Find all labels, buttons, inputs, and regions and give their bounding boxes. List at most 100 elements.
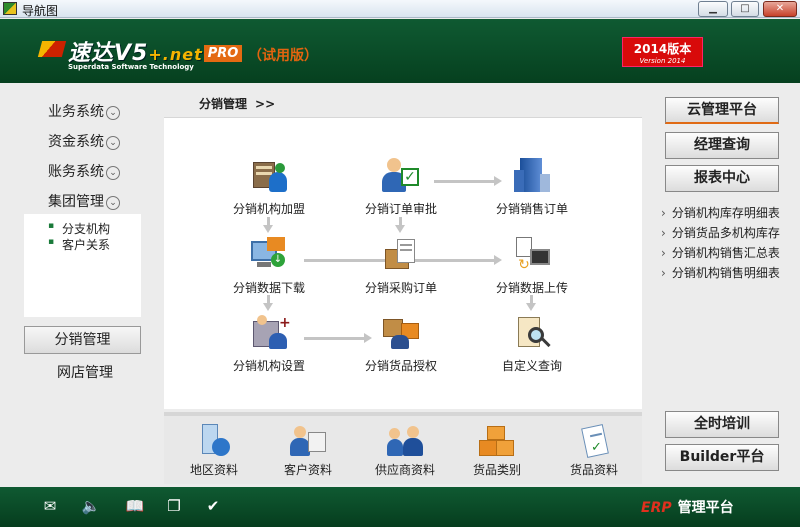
node-label: 分销机构设置 bbox=[232, 359, 305, 373]
customer-data-label: 客户资料 bbox=[283, 463, 332, 477]
goods-boxes-icon bbox=[479, 424, 515, 458]
speaker-icon[interactable]: 🔈 bbox=[81, 497, 101, 515]
node-label: 自定义查询 bbox=[501, 359, 562, 373]
distribution-button[interactable]: 分销管理 bbox=[24, 326, 141, 354]
supplier-data-label: 供应商资料 bbox=[374, 463, 435, 477]
app-icon bbox=[3, 2, 17, 15]
nav-item-label: 资金系统 bbox=[48, 134, 104, 150]
flow-arrow bbox=[395, 217, 405, 233]
report-link[interactable]: 分销货品多机构库存 bbox=[661, 224, 780, 241]
nav-item-label: 集团管理 bbox=[48, 194, 104, 210]
magnifier-clipboard-icon bbox=[512, 313, 552, 353]
report-link[interactable]: 分销机构库存明细表 bbox=[661, 204, 780, 221]
app-header: 速达V5+.net Superdata Software Technology … bbox=[0, 19, 800, 83]
book-icon[interactable]: 📖 bbox=[124, 497, 146, 515]
building-people-icon bbox=[249, 156, 289, 196]
nav-item-group[interactable]: 集团管理 ⌄ bbox=[48, 191, 120, 211]
node-label: 分销货品授权 bbox=[364, 359, 437, 373]
node-label: 分销销售订单 bbox=[495, 202, 568, 216]
mail-icon[interactable]: ✉ bbox=[40, 497, 60, 515]
node-goods-authorize[interactable]: 分销货品授权 bbox=[351, 313, 451, 374]
trial-label: （试用版） bbox=[248, 48, 318, 64]
app-footer: ✉ 🔈 📖 ❐ ✔ ERP 管理平台 bbox=[0, 487, 800, 527]
nav-item-accounts[interactable]: 账务系统 ⌄ bbox=[48, 161, 120, 181]
goods-authorize-icon bbox=[381, 313, 421, 353]
office-building-icon bbox=[512, 156, 552, 196]
group-submenu: 分支机构 客户关系 bbox=[24, 214, 141, 317]
master-data-panel: 地区资料 客户资料 供应商资料 货品类别 ✓ 货品资料 bbox=[164, 412, 642, 484]
nav-item-webshop[interactable]: 网店管理 bbox=[57, 362, 113, 382]
region-data-label: 地区资料 bbox=[189, 463, 238, 477]
training-button[interactable]: 全时培训 bbox=[665, 411, 779, 438]
maximize-button[interactable]: □ bbox=[731, 1, 759, 17]
subitem-crm[interactable]: 客户关系 bbox=[48, 236, 110, 253]
version-badge: 2014版本 Version 2014 bbox=[622, 37, 703, 67]
node-purchase-order[interactable]: 分销采购订单 bbox=[351, 235, 451, 296]
cloud-platform-button[interactable]: 云管理平台 bbox=[665, 97, 779, 124]
chevron-down-icon: ⌄ bbox=[106, 166, 120, 180]
nav-item-label: 业务系统 bbox=[48, 104, 104, 120]
check-circle-icon[interactable]: ✔ bbox=[203, 497, 223, 515]
brand-logo: 速达V5+.net Superdata Software Technology bbox=[68, 35, 203, 71]
node-data-download[interactable]: ↓ 分销数据下载 bbox=[219, 235, 319, 296]
breadcrumb: 分销管理 >> bbox=[199, 95, 275, 112]
nav-item-funds[interactable]: 资金系统 ⌄ bbox=[48, 131, 120, 151]
region-data-link[interactable]: 地区资料 bbox=[174, 424, 254, 478]
goods-clipboard-icon: ✓ bbox=[576, 424, 612, 458]
node-data-upload[interactable]: ↻ 分销数据上传 bbox=[482, 235, 582, 296]
report-link[interactable]: 分销机构销售明细表 bbox=[661, 264, 780, 281]
nav-item-business[interactable]: 业务系统 ⌄ bbox=[48, 101, 120, 121]
subitem-branches[interactable]: 分支机构 bbox=[48, 220, 110, 237]
flow-arrow bbox=[263, 217, 273, 233]
goods-category-label: 货品类别 bbox=[472, 463, 521, 477]
node-label: 分销订单审批 bbox=[364, 202, 437, 216]
flow-arrow bbox=[263, 295, 273, 311]
erp-label: ERP bbox=[641, 500, 672, 516]
builder-platform-button[interactable]: Builder平台 bbox=[665, 444, 779, 471]
flow-arrow bbox=[526, 295, 536, 311]
box-document-icon bbox=[381, 235, 421, 275]
minimize-button[interactable]: ▁ bbox=[698, 1, 728, 17]
platform-label: 管理平台 bbox=[677, 500, 734, 516]
version-title: 2014版本 bbox=[633, 42, 692, 56]
node-franchise[interactable]: 分销机构加盟 bbox=[219, 156, 319, 217]
upload-data-icon: ↻ bbox=[512, 235, 552, 275]
node-label: 分销采购订单 bbox=[364, 281, 437, 295]
node-sales-order[interactable]: 分销销售订单 bbox=[482, 156, 582, 217]
brand-subtitle: Superdata Software Technology bbox=[68, 63, 194, 71]
close-button[interactable]: ✕ bbox=[763, 1, 797, 17]
copy-icon[interactable]: ❐ bbox=[164, 497, 184, 515]
node-order-approval[interactable]: ✓ 分销订单审批 bbox=[351, 156, 451, 217]
report-center-button[interactable]: 报表中心 bbox=[665, 165, 779, 192]
version-subtitle: Version 2014 bbox=[639, 57, 686, 65]
goods-data-label: 货品资料 bbox=[569, 463, 618, 477]
goods-data-link[interactable]: ✓ 货品资料 bbox=[554, 424, 634, 478]
breadcrumb-label: 分销管理 bbox=[199, 97, 248, 111]
edition-badge: PRO bbox=[204, 45, 242, 62]
node-label: 分销机构加盟 bbox=[232, 202, 305, 216]
chevron-down-icon: ⌄ bbox=[106, 136, 120, 150]
region-globe-icon bbox=[196, 424, 232, 458]
window-titlebar: 导航图 ▁ □ ✕ bbox=[0, 0, 800, 18]
node-custom-query[interactable]: 自定义查询 bbox=[482, 313, 582, 374]
settings-tools-icon: + bbox=[249, 313, 291, 353]
supplier-data-link[interactable]: 供应商资料 bbox=[365, 424, 445, 478]
nav-item-label: 账务系统 bbox=[48, 164, 104, 180]
breadcrumb-arrows: >> bbox=[255, 97, 276, 111]
node-org-settings[interactable]: + 分销机构设置 bbox=[219, 313, 319, 374]
erp-platform-label: ERP 管理平台 bbox=[641, 497, 734, 517]
node-label: 分销数据上传 bbox=[495, 281, 568, 295]
customer-data-link[interactable]: 客户资料 bbox=[268, 424, 348, 478]
chevron-down-icon: ⌄ bbox=[106, 106, 120, 120]
brand-net: +.net bbox=[148, 45, 203, 64]
brand-logo-icon bbox=[37, 41, 67, 57]
flow-panel: 分销机构加盟 ✓ 分销订单审批 分销销售订单 ↓ 分销数据下载 分销采购订单 ↻… bbox=[164, 117, 642, 409]
goods-category-link[interactable]: 货品类别 bbox=[457, 424, 537, 478]
window-title: 导航图 bbox=[22, 4, 59, 18]
node-label: 分销数据下载 bbox=[232, 281, 305, 295]
report-link[interactable]: 分销机构销售汇总表 bbox=[661, 244, 780, 261]
download-computer-icon: ↓ bbox=[249, 235, 289, 275]
manager-query-button[interactable]: 经理查询 bbox=[665, 132, 779, 159]
user-check-icon: ✓ bbox=[381, 156, 421, 196]
supplier-people-icon bbox=[387, 424, 423, 458]
